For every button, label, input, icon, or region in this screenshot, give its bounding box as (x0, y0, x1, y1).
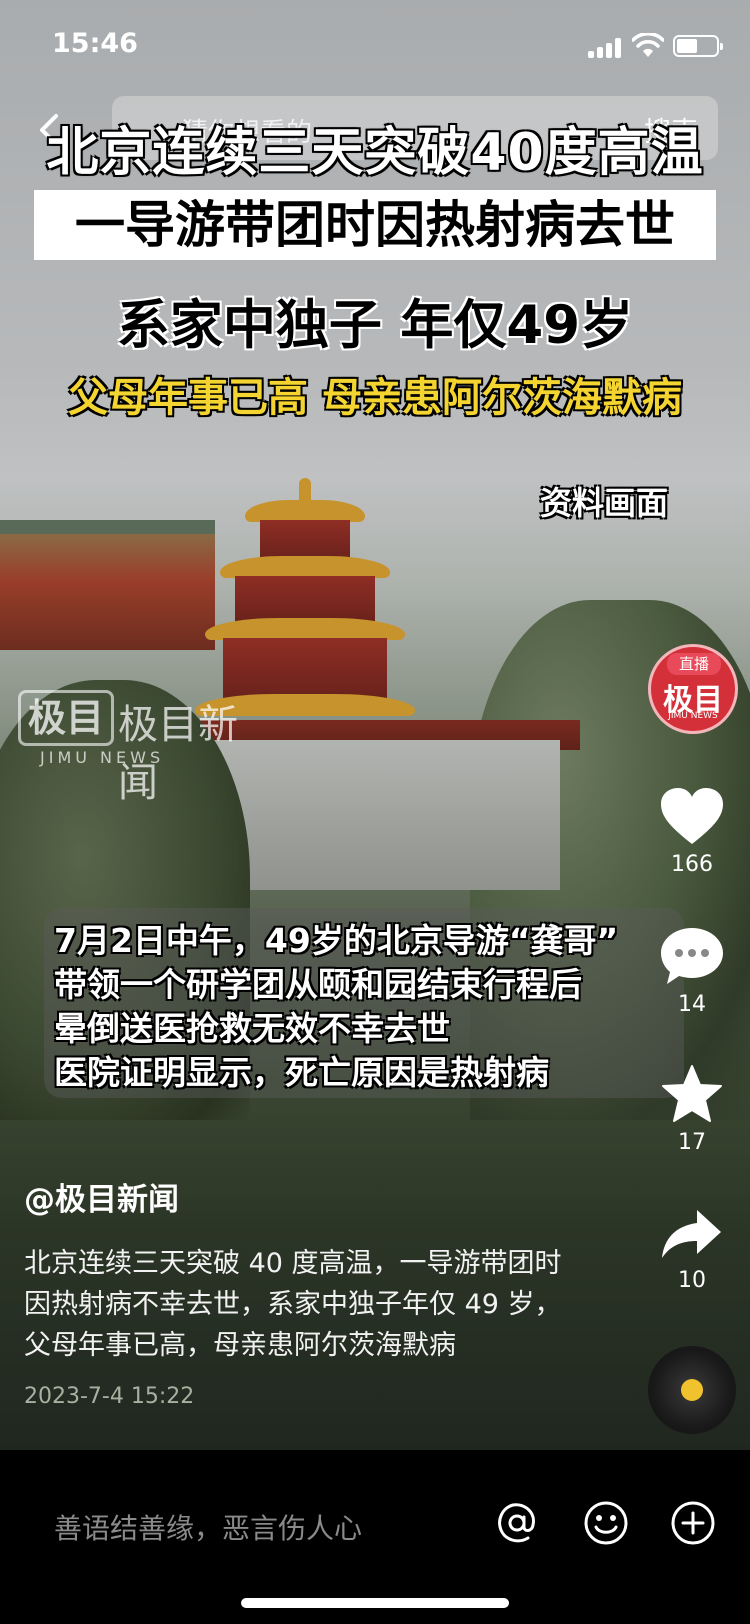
battery-icon (673, 35, 723, 57)
clock: 15:46 (52, 28, 138, 59)
like-count: 166 (671, 852, 713, 877)
heart-icon (661, 788, 723, 844)
signal-icon (588, 38, 624, 58)
watermark-en: JIMU NEWS (40, 748, 165, 767)
live-sub: JIMU NEWS (668, 711, 718, 721)
archive-footage-label: 资料画面 (540, 484, 669, 522)
headline-1: 北京连续三天突破40度高温 (46, 123, 704, 183)
watermark-logo: 极目 (18, 690, 114, 746)
author-name[interactable]: @极目新闻 (24, 1174, 564, 1219)
emoji-icon[interactable] (583, 1500, 629, 1546)
disc-center (681, 1379, 703, 1401)
subtitle-line: 晕倒送医抢救无效不幸去世 (54, 1009, 450, 1048)
add-icon[interactable] (670, 1500, 716, 1546)
mention-icon[interactable] (494, 1500, 540, 1546)
live-avatar-button[interactable]: 直播 极目 JIMU NEWS (648, 644, 738, 734)
like-button[interactable]: 166 (652, 786, 732, 877)
share-count: 10 (678, 1268, 706, 1293)
status-bar: 15:46 (0, 0, 750, 90)
wifi-icon (632, 33, 664, 57)
subtitle-line: 7月2日中午，49岁的北京导游“龚哥” (54, 921, 619, 960)
subtitle-line: 带领一个研学团从颐和园结束行程后 (54, 965, 582, 1004)
post-text: 北京连续三天突破 40 度高温，一导游带团时因热射病不幸去世，系家中独子年仅 4… (24, 1248, 562, 1361)
comment-count: 14 (678, 992, 706, 1017)
comment-bar: 善语结善缘，恶言伤人心 (0, 1450, 750, 1624)
post-date: 2023-7-4 15:22 (24, 1384, 195, 1409)
share-icon (662, 1210, 721, 1258)
headline-4: 父母年事已高 母亲患阿尔茨海默病 (68, 375, 682, 421)
share-button[interactable]: 10 (652, 1206, 732, 1293)
headline-3: 系家中独子 年仅49岁 (116, 295, 634, 356)
post-info: @极目新闻 北京连续三天突破 40 度高温，一导游带团时因热射病不幸去世，系家中… (24, 1174, 564, 1409)
comment-icon (661, 928, 723, 984)
favorite-count: 17 (678, 1130, 706, 1155)
subtitle-box: 7月2日中午，49岁的北京导游“龚哥” 带领一个研学团从颐和园结束行程后 晕倒送… (44, 908, 684, 1098)
star-icon (662, 1065, 722, 1122)
watermark: 极目 极目新闻 JIMU NEWS (18, 690, 238, 806)
music-disc-button[interactable] (648, 1346, 736, 1434)
comment-button[interactable]: 14 (652, 926, 732, 1017)
temple-hall (0, 520, 215, 650)
comment-input[interactable]: 善语结善缘，恶言伤人心 (54, 1507, 362, 1547)
headline-2: 一导游带团时因热射病去世 (34, 190, 716, 260)
live-tag: 直播 (667, 653, 721, 675)
favorite-button[interactable]: 17 (652, 1064, 732, 1155)
home-indicator[interactable] (241, 1598, 509, 1608)
subtitle-line: 医院证明显示，死亡原因是热射病 (54, 1053, 549, 1092)
